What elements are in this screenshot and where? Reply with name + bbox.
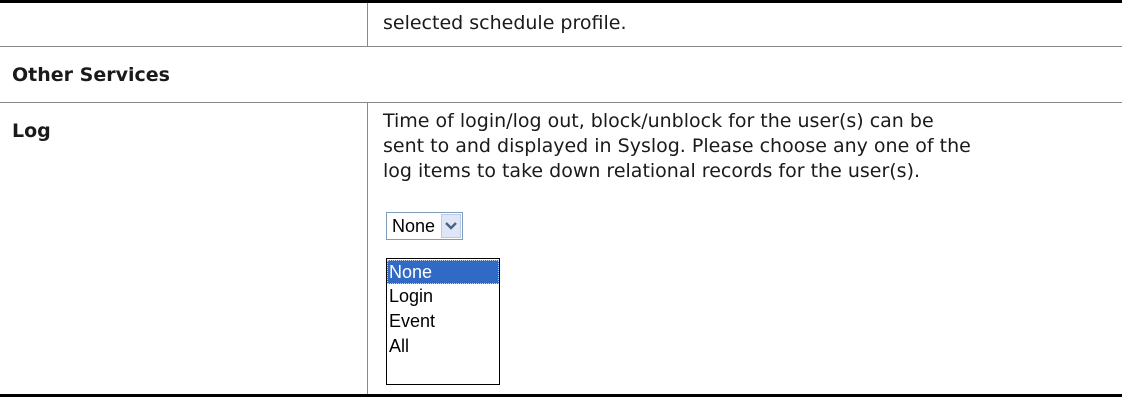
settings-table: selected schedule profile. Other Service… xyxy=(0,0,1122,397)
log-option-event[interactable]: Event xyxy=(387,309,499,333)
log-select[interactable]: None xyxy=(386,212,463,240)
log-description-line-3: log items to take down relational record… xyxy=(383,160,921,182)
dropdown-arrow-button[interactable] xyxy=(441,214,461,238)
log-row-label: Log xyxy=(12,120,51,142)
section-header-other-services: Other Services xyxy=(12,64,170,86)
chevron-down-icon xyxy=(445,222,457,230)
log-options-list: None Login Event All xyxy=(386,258,500,385)
prev-row-description: selected schedule profile. xyxy=(383,12,627,34)
row-divider xyxy=(0,102,1122,103)
log-description-line-1: Time of login/log out, block/unblock for… xyxy=(383,110,934,132)
row-divider xyxy=(0,46,1122,47)
log-option-none[interactable]: None xyxy=(387,260,499,284)
column-divider xyxy=(367,3,368,46)
log-option-all[interactable]: All xyxy=(387,334,499,358)
log-description-line-2: sent to and displayed in Syslog. Please … xyxy=(383,135,971,157)
table-top-rule xyxy=(0,0,1122,3)
log-option-login[interactable]: Login xyxy=(387,284,499,308)
column-divider xyxy=(367,103,368,394)
log-select-value: None xyxy=(392,216,436,236)
